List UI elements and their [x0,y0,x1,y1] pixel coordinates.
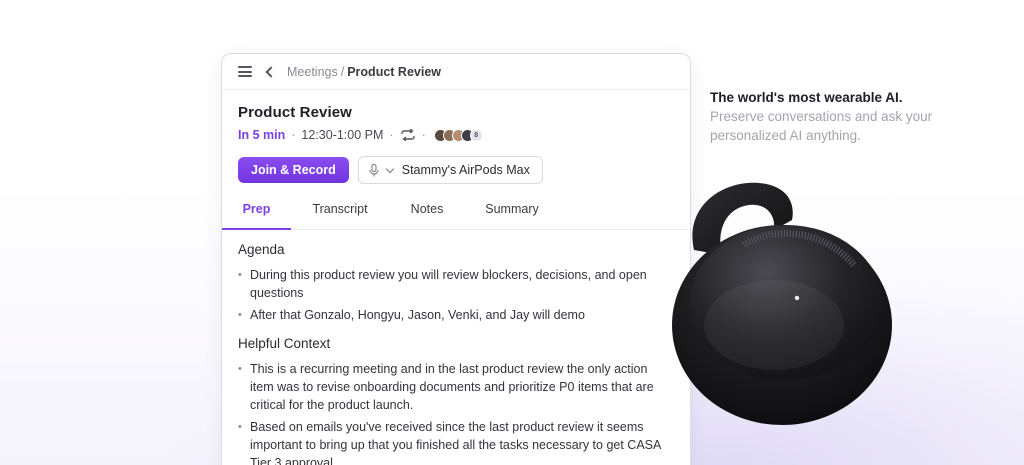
context-heading: Helpful Context [238,336,331,351]
menu-icon[interactable] [238,66,252,77]
meeting-actions: Join & Record Stammy's AirPods Max [238,156,674,184]
wearable-device-image [672,182,892,425]
tab-summary[interactable]: Summary [465,198,559,229]
context-list: This is a recurring meeting and in the l… [238,360,674,465]
list-item: Based on emails you've received since th… [238,418,674,465]
prep-content: Agenda During this product review you wi… [222,230,690,465]
meeting-card: Meetings / Product Review Product Review I… [221,53,691,465]
back-chevron-icon[interactable] [265,65,277,78]
meeting-title: Product Review [238,104,352,121]
microphone-icon [369,163,379,176]
marketing-tagline: The world's most wearable AI. Preserve c… [710,88,940,145]
list-item: After that Gonzalo, Hongyu, Jason, Venki… [238,306,674,324]
top-bar: Meetings / Product Review [222,54,690,90]
attendee-avatars[interactable]: 8 [433,128,483,142]
chevron-down-icon [385,164,394,173]
list-item: During this product review you will revi… [238,266,674,302]
tab-notes[interactable]: Notes [389,198,465,229]
tab-prep[interactable]: Prep [222,198,291,230]
starts-in-label: In 5 min [238,128,286,142]
meta-separator: · [421,128,426,142]
audio-device-select[interactable]: Stammy's AirPods Max [357,156,543,184]
meta-separator: · [389,128,394,142]
meeting-header: Product Review In 5 min · 12:30-1:00 PM … [222,90,690,184]
tab-bar: Prep Transcript Notes Summary [222,198,690,230]
attendee-overflow-count: 8 [469,128,483,142]
breadcrumb-current: Product Review [347,64,441,79]
repeat-icon [400,129,415,141]
list-item: This is a recurring meeting and in the l… [238,360,674,414]
breadcrumb-separator: / [340,64,345,79]
audio-device-label: Stammy's AirPods Max [401,163,530,177]
tagline-subtext: Preserve conversations and ask your pers… [710,109,933,143]
meta-separator: · [291,128,296,142]
tab-transcript[interactable]: Transcript [291,198,389,229]
time-range: 12:30-1:00 PM [301,128,384,142]
meeting-meta: In 5 min · 12:30-1:00 PM · · 8 [238,127,674,143]
tagline-headline: The world's most wearable AI. [710,90,903,105]
join-record-button[interactable]: Join & Record [238,157,349,183]
agenda-heading: Agenda [238,242,285,257]
breadcrumb-parent[interactable]: Meetings [287,65,338,79]
breadcrumb: Meetings / Product Review [287,65,441,79]
agenda-list: During this product review you will revi… [238,266,674,324]
